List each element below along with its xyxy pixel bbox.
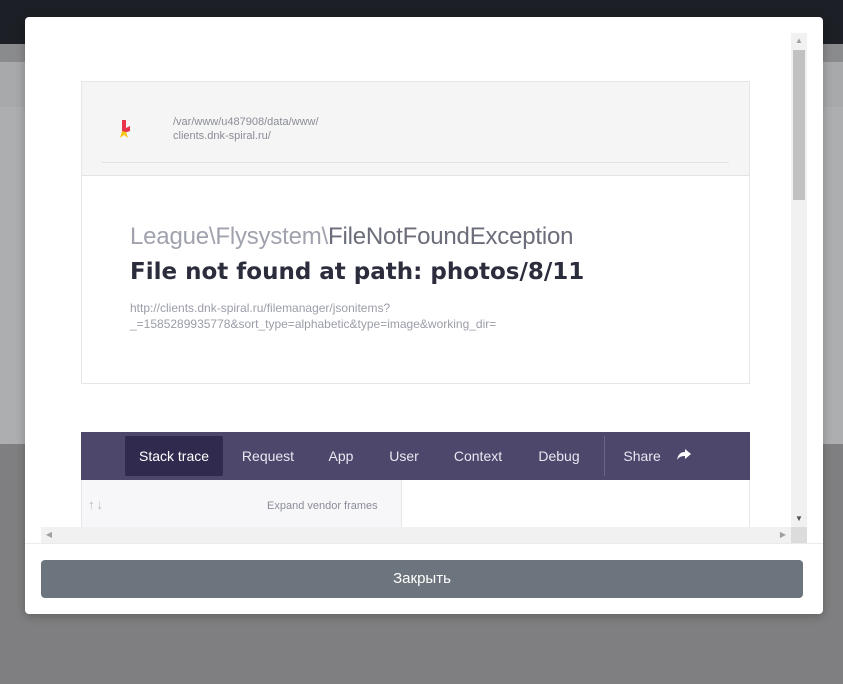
share-button[interactable]: Share xyxy=(617,436,697,476)
tab-stack-trace[interactable]: Stack trace xyxy=(125,436,223,476)
exception-message: File not found at path: photos/8/11 xyxy=(130,259,585,285)
share-label: Share xyxy=(623,448,661,464)
error-page-content: /var/www/u487908/data/www/ clients.dnk-s… xyxy=(41,33,791,527)
exception-namespace: League\Flysystem\ xyxy=(130,223,329,250)
close-button[interactable]: Закрыть xyxy=(41,560,803,598)
tab-app[interactable]: App xyxy=(318,436,364,476)
scroll-down-arrow-icon[interactable]: ▼ xyxy=(791,511,807,527)
tab-context[interactable]: Context xyxy=(444,436,512,476)
frame-navigation-arrows-icon[interactable]: ↑↓ xyxy=(88,497,105,512)
scroll-right-arrow-icon[interactable]: ▶ xyxy=(775,527,791,543)
exception-class: League\Flysystem\FileNotFoundException xyxy=(130,222,574,252)
horizontal-scrollbar[interactable]: ◀ ▶ xyxy=(41,527,791,543)
scroll-up-arrow-icon[interactable]: ▲ xyxy=(791,33,807,49)
scroll-left-arrow-icon[interactable]: ◀ xyxy=(41,527,57,543)
tab-debug[interactable]: Debug xyxy=(527,436,591,476)
footer-divider xyxy=(25,543,823,544)
card-header: /var/www/u487908/data/www/ clients.dnk-s… xyxy=(82,82,749,176)
stack-trace-panel: ↑↓ Expand vendor frames xyxy=(81,480,750,527)
tab-bar: Stack trace Request App User Context Deb… xyxy=(81,432,750,480)
vertical-scrollbar[interactable]: ▲ ▼ xyxy=(791,33,807,527)
stack-frames-list: ↑↓ Expand vendor frames xyxy=(82,480,402,527)
expand-vendor-frames-button[interactable]: Expand vendor frames xyxy=(267,500,378,512)
share-icon xyxy=(676,449,691,461)
scrollbar-corner xyxy=(791,527,807,543)
vertical-scrollbar-thumb[interactable] xyxy=(793,50,805,200)
project-path-line: clients.dnk-spiral.ru/ xyxy=(173,130,271,142)
divider xyxy=(102,162,729,163)
tab-separator xyxy=(604,436,605,476)
request-url-line: http://clients.dnk-spiral.ru/filemanager… xyxy=(130,301,391,315)
tab-user[interactable]: User xyxy=(380,436,428,476)
exception-class-name: FileNotFoundException xyxy=(328,223,574,250)
project-path-line: /var/www/u487908/data/www/ xyxy=(173,116,319,128)
tab-request[interactable]: Request xyxy=(233,436,303,476)
error-frame[interactable]: /var/www/u487908/data/www/ clients.dnk-s… xyxy=(41,33,807,543)
project-path: /var/www/u487908/data/www/ clients.dnk-s… xyxy=(173,115,319,143)
exception-card: /var/www/u487908/data/www/ clients.dnk-s… xyxy=(81,81,750,384)
error-modal: /var/www/u487908/data/www/ clients.dnk-s… xyxy=(25,17,823,614)
request-url-line: _=1585289935778&sort_type=alphabetic&typ… xyxy=(130,317,497,331)
ignition-logo-icon xyxy=(120,120,130,138)
request-url[interactable]: http://clients.dnk-spiral.ru/filemanager… xyxy=(130,300,650,332)
